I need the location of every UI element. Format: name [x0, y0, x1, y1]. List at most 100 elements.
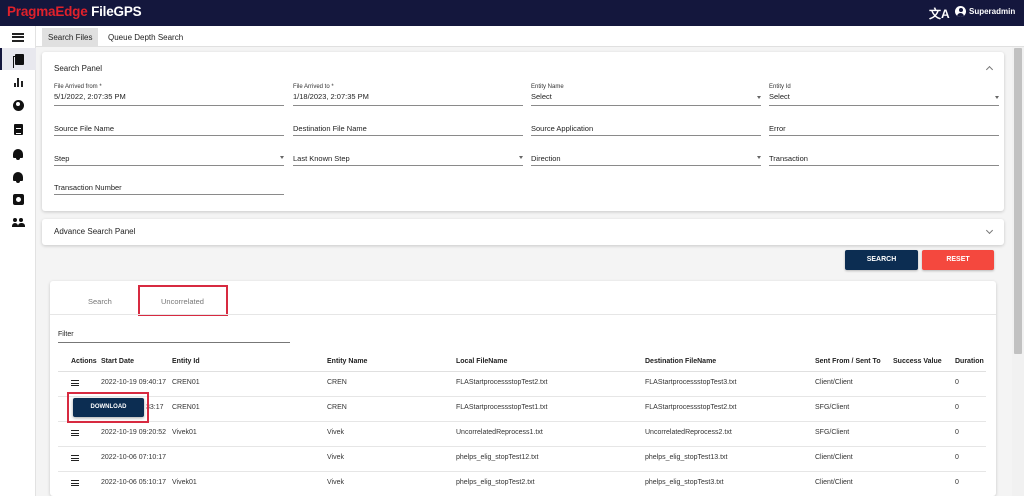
- menu-toggle-button[interactable]: [0, 26, 36, 48]
- cell-sent-from-to: Client/Client: [815, 379, 853, 386]
- settings-box-icon: [12, 193, 24, 205]
- cell-local-filename: FLAStartprocessstopTest1.txt: [456, 404, 548, 411]
- sidebar-item-alerts[interactable]: [0, 142, 36, 164]
- column-header-entity-name[interactable]: Entity Name: [327, 358, 367, 365]
- sidebar-item-dashboard[interactable]: [0, 71, 36, 93]
- dropdown-caret-icon: [280, 156, 284, 159]
- search-button[interactable]: SEARCH: [845, 250, 918, 270]
- cell-destination-filename: UncorrelatedReprocess2.txt: [645, 429, 732, 436]
- page-tab-bar: Search Files Queue Depth Search: [36, 26, 1024, 47]
- column-header-actions[interactable]: Actions: [71, 358, 97, 365]
- menu-icon: [12, 32, 24, 42]
- destination-file-name-field[interactable]: Destination File Name: [293, 116, 523, 136]
- cell-sent-from-to: SFG/Client: [815, 404, 850, 411]
- entity-name-select[interactable]: Entity Name Select: [531, 84, 761, 106]
- reset-button[interactable]: RESET: [922, 250, 994, 270]
- error-field[interactable]: Error: [769, 116, 999, 136]
- field-label: Destination File Name: [293, 124, 367, 133]
- row-actions-menu-icon[interactable]: [71, 455, 79, 461]
- cell-entity-name: CREN: [327, 404, 347, 411]
- row-actions-menu-icon[interactable]: [71, 380, 79, 386]
- sidebar-item-search-files[interactable]: [0, 48, 36, 70]
- account-icon: [12, 99, 24, 111]
- step-select[interactable]: Step: [54, 146, 284, 166]
- advance-search-panel-title: Advance Search Panel: [54, 227, 136, 236]
- field-label: File Arrived from *: [54, 84, 102, 90]
- account-circle-icon: [955, 6, 966, 17]
- source-application-field[interactable]: Source Application: [531, 116, 761, 136]
- column-header-local-filename[interactable]: Local FileName: [456, 358, 507, 365]
- brand-name-red: PragmaEdge: [7, 4, 88, 19]
- field-value: 1/18/2023, 2:07:35 PM: [293, 92, 369, 101]
- filter-input[interactable]: Filter: [58, 331, 290, 343]
- results-tab-divider: [50, 314, 996, 315]
- column-header-sent-from-to[interactable]: Sent From / Sent To: [815, 358, 881, 365]
- bar-chart-icon: [13, 77, 23, 87]
- cell-sent-from-to: SFG/Client: [815, 429, 850, 436]
- field-label: Transaction: [769, 154, 808, 163]
- transaction-number-field[interactable]: Transaction Number: [54, 175, 284, 195]
- cell-entity-id: CREN01: [172, 404, 200, 411]
- expand-chevron-icon[interactable]: [985, 226, 994, 235]
- cell-duration: 0: [955, 429, 959, 436]
- document-icon: [13, 123, 23, 135]
- field-label: Last Known Step: [293, 154, 350, 163]
- cell-local-filename: FLAStartprocessstopTest2.txt: [456, 379, 548, 386]
- column-header-duration[interactable]: Duration: [955, 358, 984, 365]
- tab-search-files[interactable]: Search Files: [42, 28, 99, 47]
- column-header-success-value[interactable]: Success Value: [893, 358, 942, 365]
- collapse-chevron-icon[interactable]: [985, 65, 994, 74]
- brand-name-white: FileGPS: [87, 4, 142, 19]
- cell-start-date: 2022-10-19 09:20:52: [101, 429, 166, 436]
- transaction-field[interactable]: Transaction: [769, 146, 999, 166]
- cell-local-filename: phelps_elig_stopTest2.txt: [456, 479, 535, 486]
- row-divider: [58, 396, 986, 397]
- tab-queue-depth-search[interactable]: Queue Depth Search: [102, 28, 189, 47]
- cell-sent-from-to: Client/Client: [815, 479, 853, 486]
- cell-local-filename: UncorrelatedReprocess1.txt: [456, 429, 543, 436]
- cell-duration: 0: [955, 479, 959, 486]
- download-highlight: [67, 392, 149, 423]
- cell-duration: 0: [955, 379, 959, 386]
- advance-search-panel[interactable]: Advance Search Panel: [42, 219, 1004, 245]
- search-panel-title[interactable]: Search Panel: [54, 64, 102, 73]
- column-header-start-date[interactable]: Start Date: [101, 358, 134, 365]
- sidebar-item-documents[interactable]: [0, 118, 36, 140]
- row-actions-menu-icon[interactable]: [71, 430, 79, 436]
- file-arrived-from-field[interactable]: File Arrived from * 5/1/2022, 2:07:35 PM: [54, 84, 284, 106]
- sidebar-item-settings[interactable]: [0, 188, 36, 210]
- row-actions-menu-icon[interactable]: [71, 480, 79, 486]
- row-divider: [58, 446, 986, 447]
- entity-id-select[interactable]: Entity Id Select: [769, 84, 999, 106]
- cell-duration: 0: [955, 404, 959, 411]
- sidebar: [0, 26, 36, 496]
- field-value: Select: [531, 92, 552, 101]
- column-header-entity-id[interactable]: Entity Id: [172, 358, 200, 365]
- file-arrived-to-field[interactable]: File Arrived to * 1/18/2023, 2:07:35 PM: [293, 84, 523, 106]
- cell-destination-filename: phelps_elig_stopTest13.txt: [645, 454, 728, 461]
- field-label: Transaction Number: [54, 183, 122, 192]
- field-label: Entity Name: [531, 84, 564, 90]
- uncorrelated-tab-highlight: [138, 285, 228, 316]
- user-menu[interactable]: Superadmin: [955, 6, 1015, 17]
- field-label: Entity Id: [769, 84, 791, 90]
- cell-destination-filename: phelps_elig_stopTest3.txt: [645, 479, 724, 486]
- column-header-destination-filename[interactable]: Destination FileName: [645, 358, 716, 365]
- sidebar-item-account[interactable]: [0, 94, 36, 116]
- direction-select[interactable]: Direction: [531, 146, 761, 166]
- last-known-step-select[interactable]: Last Known Step: [293, 146, 523, 166]
- cell-start-date: 2022-10-06 07:10:17: [101, 454, 166, 461]
- field-label: Step: [54, 154, 70, 163]
- field-label: Source Application: [531, 124, 594, 133]
- page-scrollbar-thumb[interactable]: [1014, 48, 1022, 354]
- results-tab-search[interactable]: Search: [88, 297, 112, 306]
- cell-destination-filename: FLAStartprocessstopTest2.txt: [645, 404, 737, 411]
- source-file-name-field[interactable]: Source File Name: [54, 116, 284, 136]
- top-app-bar: PragmaEdge FileGPS 文A Superadmin: [0, 0, 1024, 26]
- field-label: Direction: [531, 154, 561, 163]
- cell-entity-id: Vivek01: [172, 429, 197, 436]
- sidebar-item-users[interactable]: [0, 211, 36, 233]
- cell-local-filename: phelps_elig_stopTest12.txt: [456, 454, 539, 461]
- sidebar-item-notifications[interactable]: [0, 165, 36, 187]
- translate-icon[interactable]: 文A: [929, 5, 950, 22]
